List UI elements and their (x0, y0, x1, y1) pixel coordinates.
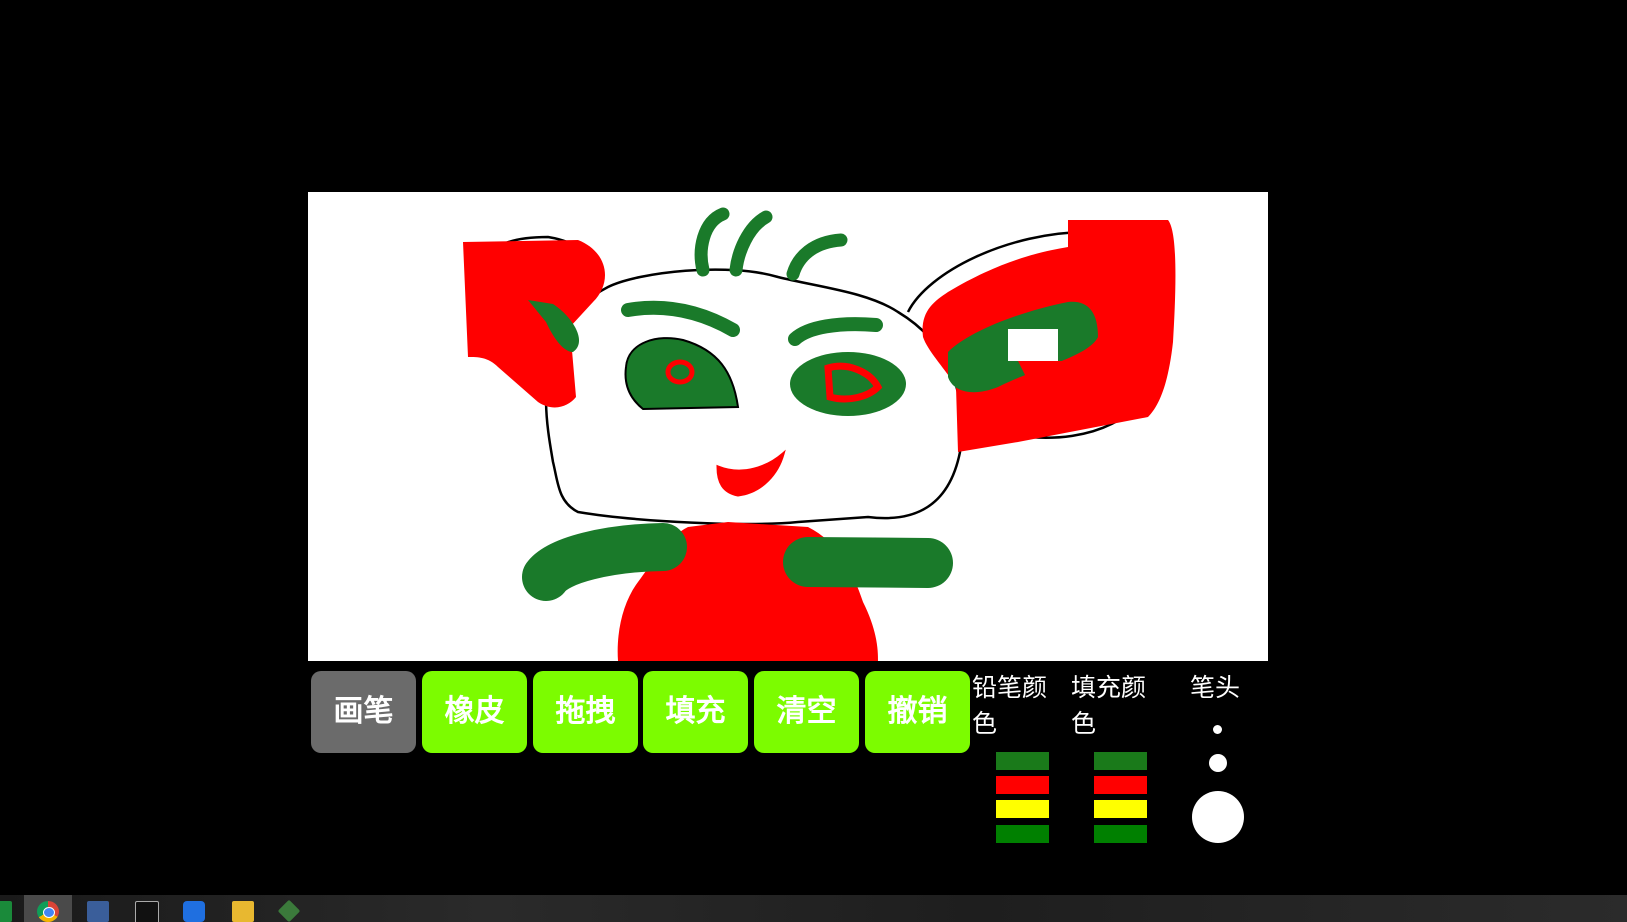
chrome-icon[interactable] (37, 901, 59, 922)
fill-color-swatch[interactable] (1094, 800, 1147, 818)
pencil-color-label: 铅笔颜色 (972, 673, 1048, 738)
taskbar (0, 895, 1627, 922)
hair-strand-1 (694, 207, 730, 277)
pencil-color-swatch[interactable] (996, 752, 1049, 770)
right-ear-white-patch (1008, 329, 1058, 361)
hair-strand-3 (786, 233, 848, 281)
chrome-icon-center (43, 907, 55, 918)
feishu-icon[interactable] (183, 901, 205, 922)
right-eye (790, 352, 906, 416)
undo-button[interactable]: 撤销 (865, 671, 970, 753)
drawing (463, 207, 1176, 661)
fill-color-label: 填充颜色 (1071, 673, 1147, 738)
file-explorer-icon[interactable] (232, 901, 254, 922)
drag-button[interactable]: 拖拽 (533, 671, 638, 753)
pen-tip-small[interactable] (1213, 725, 1222, 734)
drawing-canvas[interactable] (308, 192, 1268, 661)
hair-strand-2 (729, 210, 773, 277)
screen: 画笔 橡皮 拖拽 填充 清空 撤销 铅笔颜色 填充颜色 笔头 (0, 0, 1627, 922)
fill-color-swatch[interactable] (1094, 825, 1147, 843)
pencil-color-swatch[interactable] (996, 776, 1049, 794)
app-icon[interactable] (0, 901, 12, 922)
git-icon[interactable] (277, 899, 301, 922)
fill-color-swatch[interactable] (1094, 752, 1147, 770)
pencil-color-swatch[interactable] (996, 825, 1049, 843)
right-arm (783, 537, 953, 588)
fill-color-swatch[interactable] (1094, 776, 1147, 794)
pen-tip-label: 笔头 (1190, 673, 1241, 702)
pen-tip-medium[interactable] (1209, 754, 1227, 772)
clear-button[interactable]: 清空 (754, 671, 859, 753)
remote-desktop-icon[interactable] (87, 901, 109, 922)
eraser-button[interactable]: 橡皮 (422, 671, 527, 753)
pencil-color-swatch[interactable] (996, 800, 1049, 818)
terminal-icon[interactable] (135, 901, 159, 922)
pencil-button[interactable]: 画笔 (311, 671, 416, 753)
pen-tip-large[interactable] (1192, 791, 1244, 843)
fill-button[interactable]: 填充 (643, 671, 748, 753)
